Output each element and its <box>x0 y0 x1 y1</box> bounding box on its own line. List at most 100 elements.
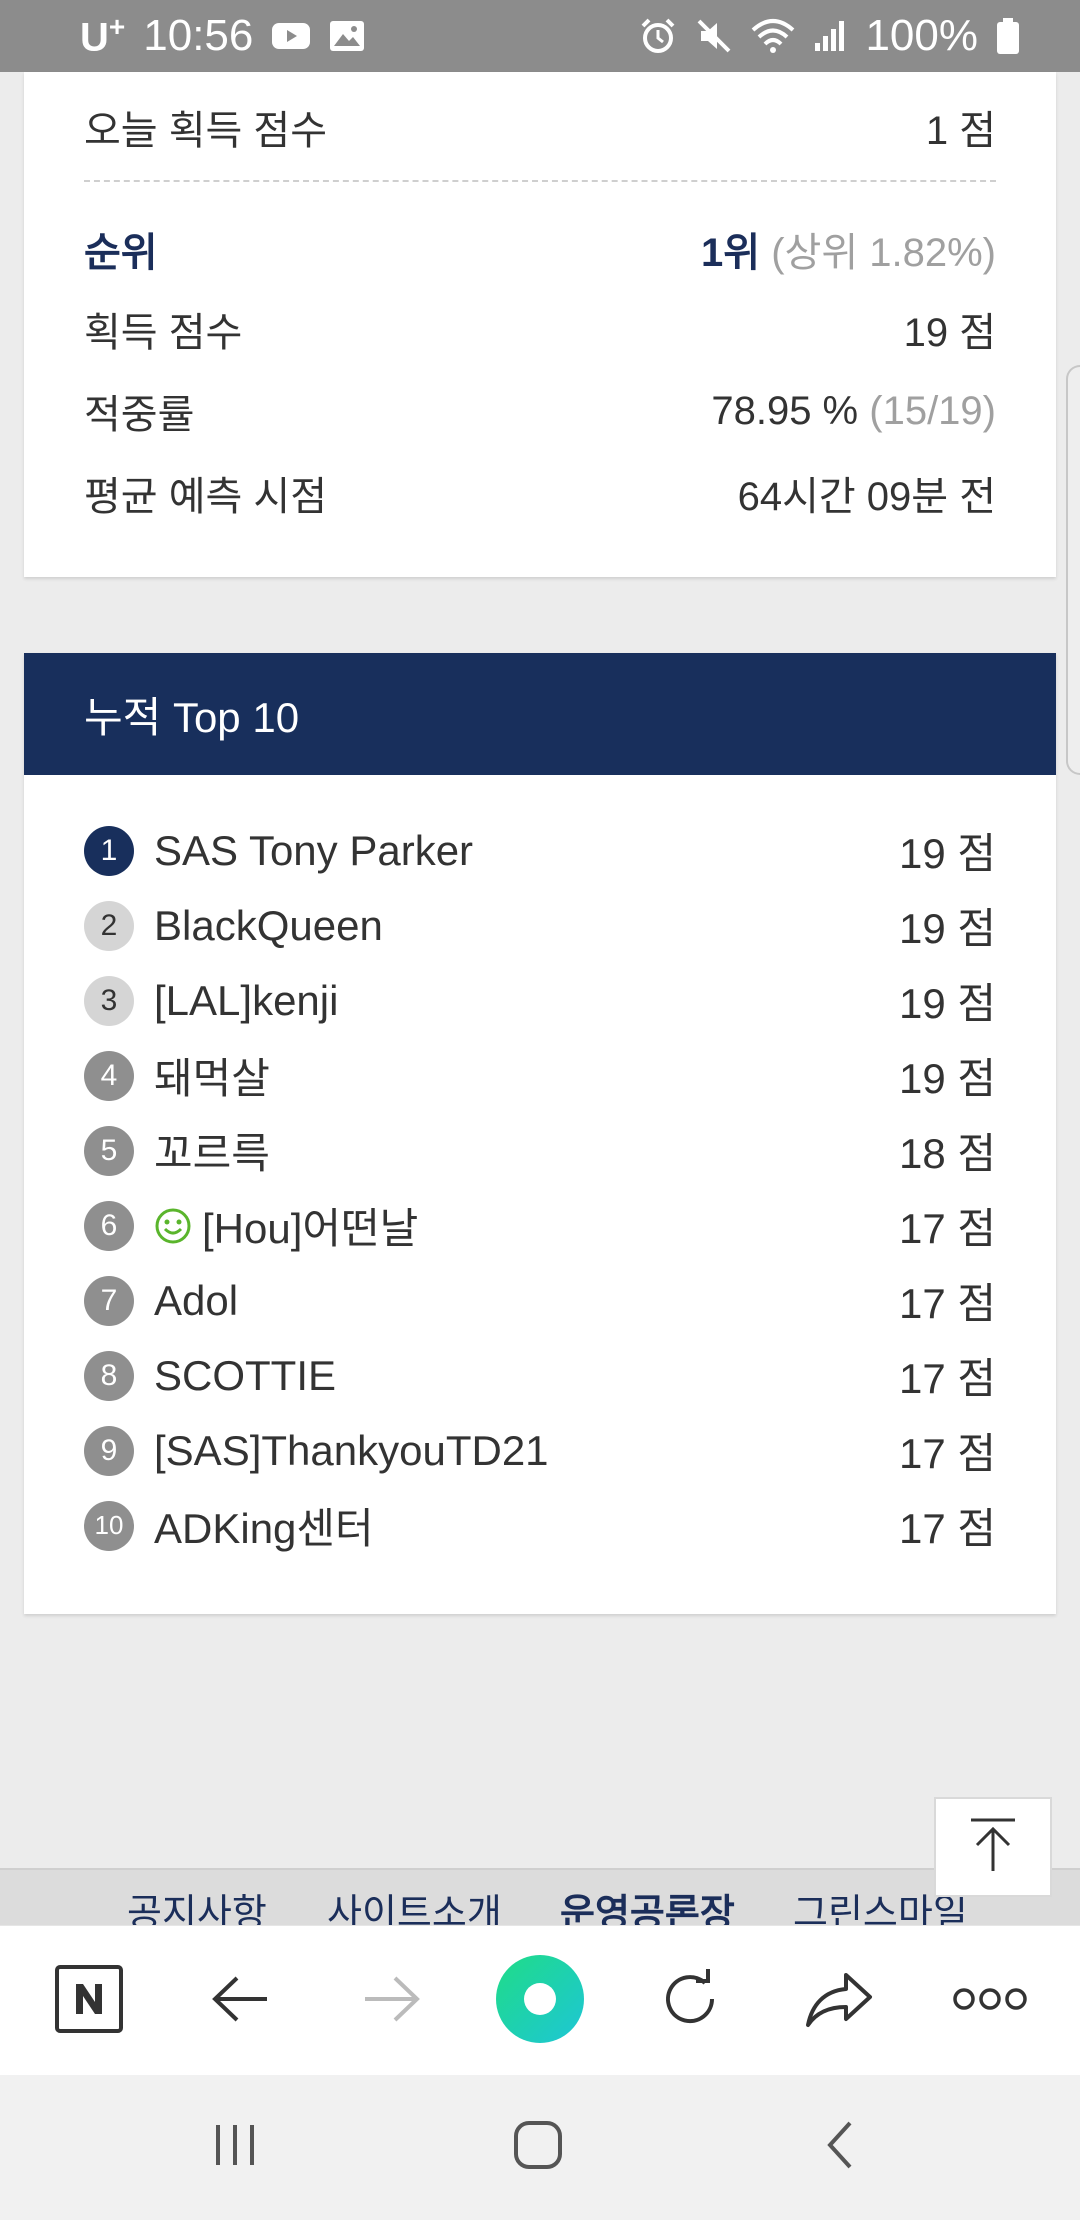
browser-toolbar <box>0 1925 1080 2075</box>
rank-left: 4 돼먹살 <box>84 1045 270 1106</box>
avg-time-value: 64시간 09분 전 <box>737 475 996 519</box>
recents-button[interactable] <box>165 2075 305 2220</box>
rank-badge: 1 <box>84 825 134 876</box>
stats-card: 오늘 획득 점수 1 점 순위 1위 (상위 1.82%) 획득 점수 19 점… <box>24 72 1056 577</box>
more-button[interactable] <box>930 1926 1050 2076</box>
user-score: 19 점 <box>898 830 996 877</box>
user-name[interactable]: SAS Tony Parker <box>154 827 473 875</box>
carrier: U+ <box>80 11 125 60</box>
carrier-sup: + <box>108 11 126 43</box>
arrow-right-icon <box>361 1974 421 2029</box>
rank-left: 6 [Hou]어떤날 <box>84 1195 418 1256</box>
user-name[interactable]: 돼먹살 <box>154 1045 270 1106</box>
rank-value-group: 1위 (상위 1.82%) <box>701 220 996 278</box>
today-points-value: 1 점 <box>925 109 996 153</box>
rank-left: 3 [LAL]kenji <box>84 975 338 1026</box>
user-name[interactable]: [Hou]어떤날 <box>202 1195 418 1256</box>
user-name[interactable]: [LAL]kenji <box>154 977 338 1025</box>
footer-link-notice[interactable]: 공지사항 <box>127 1882 327 1926</box>
naver-home-button[interactable] <box>29 1926 149 2076</box>
user-score: 17 점 <box>898 1355 996 1402</box>
share-arrow-icon <box>804 1969 876 2034</box>
arrow-left-icon <box>211 1974 271 2029</box>
list-item[interactable]: 7 Adol 17 점 <box>84 1263 996 1338</box>
user-name[interactable]: Adol <box>154 1277 238 1325</box>
edge-panel-handle[interactable] <box>1066 365 1080 775</box>
user-name[interactable]: [SAS]ThankyouTD21 <box>154 1427 549 1475</box>
list-item[interactable]: 3 [LAL]kenji 19 점 <box>84 963 996 1038</box>
reload-button[interactable] <box>630 1926 750 2076</box>
footer-link-about[interactable]: 사이트소개 <box>327 1882 560 1926</box>
battery-icon <box>996 17 1020 55</box>
rank-left: 8 SCOTTIE <box>84 1350 336 1401</box>
rank-left: 5 꼬르륵 <box>84 1120 270 1181</box>
points-value: 19 점 <box>903 311 996 355</box>
wifi-icon <box>751 18 795 54</box>
scroll-to-top-button[interactable] <box>934 1797 1052 1897</box>
list-item[interactable]: 10 ADKing센터 17 점 <box>84 1488 996 1563</box>
status-right: 100% <box>639 11 1020 61</box>
accuracy-value-group: 78.95 % (15/19) <box>711 389 996 434</box>
home-button[interactable] <box>468 2075 608 2220</box>
user-name[interactable]: 꼬르륵 <box>154 1120 270 1181</box>
divider <box>84 180 996 182</box>
user-name[interactable]: SCOTTIE <box>154 1352 336 1400</box>
rank-badge: 5 <box>84 1125 134 1176</box>
user-score: 19 점 <box>898 1055 996 1102</box>
user-score: 18 점 <box>898 1130 996 1177</box>
accuracy-label: 적중률 <box>84 393 195 437</box>
user-name[interactable]: ADKing센터 <box>154 1495 374 1556</box>
youtube-icon <box>271 21 311 51</box>
rank-left: 7 Adol <box>84 1275 238 1326</box>
list-item[interactable]: 5 꼬르륵 18 점 <box>84 1113 996 1188</box>
home-icon <box>512 2119 564 2176</box>
rank-value: 1위 <box>701 231 761 275</box>
rank-badge: 10 <box>84 1500 134 1551</box>
list-item[interactable]: 2 BlackQueen 19 점 <box>84 888 996 963</box>
user-score: 19 점 <box>898 905 996 952</box>
accuracy-ratio: (15/19) <box>869 388 996 433</box>
list-item[interactable]: 1 SAS Tony Parker 19 점 <box>84 813 996 888</box>
user-score: 17 점 <box>898 1280 996 1327</box>
share-button[interactable] <box>780 1926 900 2076</box>
footer-links-strip: 공지사항 사이트소개 운영공론장 그린스마일 <box>0 1868 1080 1926</box>
rank-row: 순위 1위 (상위 1.82%) <box>84 214 996 284</box>
status-left: U+ 10:56 <box>80 11 365 61</box>
list-item[interactable]: 6 [Hou]어떤날 17 점 <box>84 1188 996 1263</box>
user-score: 17 점 <box>898 1430 996 1477</box>
user-score: 17 점 <box>898 1505 996 1552</box>
green-dot-button[interactable] <box>480 1926 600 2076</box>
top10-card: 누적 Top 10 1 SAS Tony Parker 19 점 2 Black… <box>24 653 1056 1614</box>
today-points-label: 오늘 획득 점수 <box>84 109 328 153</box>
rank-badge: 3 <box>84 975 134 1026</box>
nav-back-button[interactable] <box>770 2075 910 2220</box>
user-name[interactable]: BlackQueen <box>154 902 383 950</box>
battery-percent: 100% <box>865 11 978 60</box>
rank-badge: 4 <box>84 1050 134 1101</box>
green-dot-icon <box>495 1954 585 2049</box>
carrier-text: U <box>80 15 109 60</box>
points-row: 획득 점수 19 점 <box>84 294 996 364</box>
list-item[interactable]: 9 [SAS]ThankyouTD21 17 점 <box>84 1413 996 1488</box>
rank-badge: 2 <box>84 900 134 951</box>
avg-time-label: 평균 예측 시점 <box>84 475 328 519</box>
rank-badge: 6 <box>84 1200 134 1251</box>
rank-badge: 8 <box>84 1350 134 1401</box>
rank-percent: (상위 1.82%) <box>771 231 996 275</box>
top10-header: 누적 Top 10 <box>24 653 1056 775</box>
rank-left: 9 [SAS]ThankyouTD21 <box>84 1425 549 1476</box>
naver-n-icon <box>54 1964 124 2039</box>
status-bar: U+ 10:56 100% <box>0 0 1080 72</box>
forward-button[interactable] <box>331 1926 451 2076</box>
rank-left: 1 SAS Tony Parker <box>84 825 473 876</box>
list-item[interactable]: 8 SCOTTIE 17 점 <box>84 1338 996 1413</box>
list-item[interactable]: 4 돼먹살 19 점 <box>84 1038 996 1113</box>
accuracy-value: 78.95 % <box>711 388 859 433</box>
user-score: 17 점 <box>898 1205 996 1252</box>
back-button[interactable] <box>181 1926 301 2076</box>
footer-link-forum[interactable]: 운영공론장 <box>560 1882 793 1926</box>
user-score: 19 점 <box>898 980 996 1027</box>
avg-time-row: 평균 예측 시점 64시간 09분 전 <box>84 458 996 528</box>
smile-icon <box>154 1207 192 1245</box>
accuracy-row: 적중률 78.95 % (15/19) <box>84 376 996 446</box>
